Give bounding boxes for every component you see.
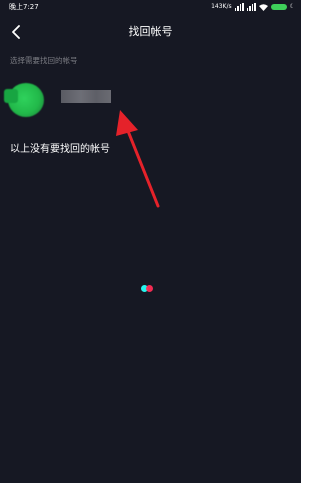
- section-hint: 选择需要找回的帐号: [10, 56, 78, 65]
- account-not-listed-link[interactable]: 以上没有要找回的帐号: [10, 140, 110, 155]
- signal-icon: [246, 3, 256, 11]
- loading-dot-red: [146, 285, 153, 292]
- avatar: [4, 83, 44, 117]
- signal-icon: [234, 3, 244, 11]
- moon-icon: ☾: [289, 3, 295, 10]
- annotation-arrow: [116, 110, 160, 208]
- status-icons: 143K/s ☾: [211, 0, 295, 14]
- network-speed: 143K/s: [211, 3, 232, 10]
- status-bar: 晚上7:27 143K/s ☾: [0, 0, 301, 14]
- account-name: [61, 90, 111, 103]
- navigation-bar: 找回帐号: [0, 18, 301, 46]
- status-time: 晚上7:27: [9, 3, 39, 11]
- loading-indicator: [139, 285, 159, 293]
- battery-icon: [270, 4, 287, 10]
- wifi-icon: [258, 3, 268, 11]
- app-screen: 晚上7:27 143K/s ☾ 找回帐号 选择需要找回的帐号 以上没有要找回的帐…: [0, 0, 301, 483]
- page-title: 找回帐号: [128, 25, 173, 38]
